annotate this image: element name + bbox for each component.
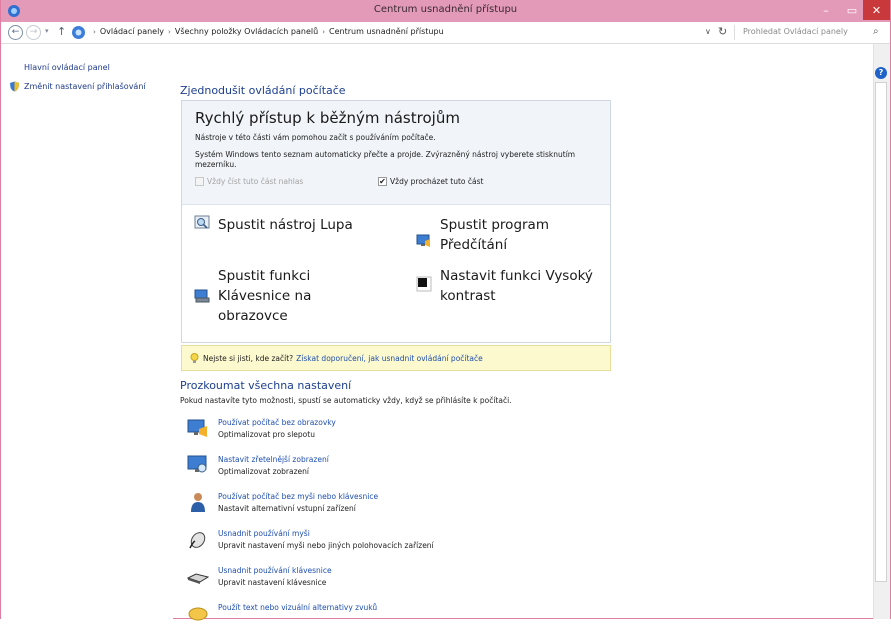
scrollbar-thumb[interactable] [875, 82, 887, 582]
change-login-settings-label: Změnit nastavení přihlašování [24, 82, 146, 91]
tip-question: Nejste si jisti, kde začít? [203, 353, 294, 363]
quick-access-title: Rychlý přístup k běžným nástrojům [195, 109, 460, 127]
shield-icon [10, 81, 19, 92]
set-high-contrast-button[interactable]: Nastavit funkci Vysoký kontrast [416, 266, 610, 306]
close-button[interactable]: ✕ [863, 0, 890, 20]
setting-item: Nastavit zřetelnější zobrazení Optimaliz… [187, 454, 329, 478]
start-narrator-button[interactable]: Spustit program Předčítání [416, 215, 600, 255]
use-without-mouse-keyboard-link[interactable]: Používat počítač bez myši nebo klávesnic… [218, 491, 378, 502]
monitor-narrator-icon [187, 419, 207, 437]
explore-heading: Prozkoumat všechna nastavení [180, 379, 352, 392]
contrast-icon [416, 276, 432, 292]
setting-description: Nastavit alternativní vstupní zařízení [218, 504, 356, 513]
start-onscreen-keyboard-button[interactable]: Spustit funkci Klávesnice na obrazovce [194, 266, 358, 326]
setting-item: Usnadnit používání myši Upravit nastaven… [187, 528, 434, 552]
main-content: Zjednodušit ovládání počítače Rychlý pří… [173, 44, 873, 621]
back-button[interactable]: ← [8, 25, 23, 40]
change-login-settings-link[interactable]: Změnit nastavení přihlašování [9, 81, 146, 92]
checkbox-checked-icon: ✔ [378, 177, 387, 186]
keyboard-settings-icon [187, 573, 209, 584]
address-dropdown-icon[interactable]: ∨ [705, 27, 711, 36]
always-read-label: Vždy číst tuto část nahlas [207, 177, 304, 186]
recent-locations-icon[interactable]: ▾ [45, 27, 49, 35]
minimize-button[interactable]: – [813, 0, 839, 20]
search-icon[interactable]: ⌕ [873, 26, 879, 37]
title-bar: Centrum usnadnění přístupu – ▭ ✕ [1, 0, 890, 22]
breadcrumb-control-panel[interactable]: Ovládací panely [100, 27, 164, 36]
divider [734, 25, 735, 40]
always-scan-label: Vždy procházet tuto část [390, 177, 484, 186]
make-mouse-easier-link[interactable]: Usnadnit používání myši [218, 528, 434, 539]
quick-access-header: Rychlý přístup k běžným nástrojům Nástro… [182, 101, 610, 205]
setting-item: Používat počítač bez myši nebo klávesnic… [187, 491, 378, 515]
start-magnifier-button[interactable]: Spustit nástroj Lupa [194, 215, 388, 235]
setting-description: Optimalizovat pro slepotu [218, 430, 315, 439]
control-panel-icon [72, 26, 85, 39]
lightbulb-icon [190, 352, 199, 363]
quick-access-subtitle: Nástroje v této části vám pomohou začít … [195, 133, 436, 142]
setting-item: Použít text nebo vizuální alternativy zv… [187, 602, 377, 624]
start-magnifier-label: Spustit nástroj Lupa [218, 217, 353, 233]
address-bar: ← → ▾ ↑ › Ovládací panely › Všechny položky… [1, 22, 890, 44]
help-icon[interactable]: ? [875, 67, 887, 79]
maximize-button[interactable]: ▭ [839, 0, 865, 20]
breadcrumb-separator[interactable]: › [168, 28, 171, 36]
breadcrumb-all-items[interactable]: Všechny položky Ovládacích panelů [175, 27, 318, 36]
breadcrumb: › Ovládací panely › Všechny položky Ovládac… [89, 27, 444, 36]
display-icon [187, 455, 207, 473]
always-scan-checkbox[interactable]: ✔ Vždy procházet tuto část [378, 177, 483, 186]
set-high-contrast-label: Nastavit funkci Vysoký kontrast [440, 268, 593, 304]
user-input-icon [191, 493, 205, 512]
left-pane: Hlavní ovládací panel Změnit nastavení p… [1, 44, 173, 619]
window-title: Centrum usnadnění přístupu [373, 4, 518, 15]
start-onscreen-keyboard-label: Spustit funkci Klávesnice na obrazovce [218, 268, 312, 324]
always-read-checkbox[interactable]: Vždy číst tuto část nahlas [195, 177, 303, 186]
sound-alternatives-link[interactable]: Použít text nebo vizuální alternativy zv… [218, 602, 377, 613]
get-recommendations-link[interactable]: Získat doporučení, jak usnadnit ovládání… [296, 354, 483, 363]
refresh-icon[interactable]: ↻ [718, 25, 727, 38]
start-narrator-label: Spustit program Předčítání [440, 217, 549, 253]
setting-item: Používat počítač bez obrazovky Optimaliz… [187, 417, 336, 441]
make-keyboard-easier-link[interactable]: Usnadnit používání klávesnice [218, 565, 332, 576]
window: Centrum usnadnění přístupu – ▭ ✕ ← → ▾ ↑… [0, 0, 891, 621]
home-control-panel-link[interactable]: Hlavní ovládací panel [24, 63, 110, 72]
setting-item: Usnadnit používání klávesnice Upravit na… [187, 565, 332, 589]
breadcrumb-ease-of-access[interactable]: Centrum usnadnění přístupu [329, 27, 444, 36]
magnifier-icon [194, 215, 210, 229]
explore-subtitle: Pokud nastavíte tyto možnosti, spustí se… [180, 396, 512, 405]
checkbox-box [195, 177, 204, 186]
search-input[interactable]: Prohledat Ovládací panely [743, 27, 848, 36]
breadcrumb-separator: › [93, 28, 96, 36]
forward-button[interactable]: → [26, 25, 41, 40]
quick-access-box: Rychlý přístup k běžným nástrojům Nástro… [181, 100, 611, 343]
quick-access-description: Systém Windows tento seznam automaticky … [195, 150, 576, 169]
use-without-display-link[interactable]: Používat počítač bez obrazovky [218, 417, 336, 428]
setting-description: Upravit nastavení myši nebo jiných poloh… [218, 541, 434, 550]
up-button[interactable]: ↑ [57, 25, 66, 38]
recommendation-tip: Nejste si jisti, kde začít? Získat dopor… [181, 345, 611, 371]
easier-to-see-link[interactable]: Nastavit zřetelnější zobrazení [218, 454, 329, 465]
sound-alternatives-icon [188, 607, 208, 621]
narrator-icon [416, 234, 430, 247]
keyboard-icon [194, 289, 210, 303]
mouse-icon [189, 532, 206, 549]
setting-description: Optimalizovat zobrazení [218, 467, 309, 476]
setting-description: Upravit nastavení klávesnice [218, 578, 327, 587]
breadcrumb-separator[interactable]: › [322, 28, 325, 36]
simplify-heading: Zjednodušit ovládání počítače [180, 84, 346, 97]
